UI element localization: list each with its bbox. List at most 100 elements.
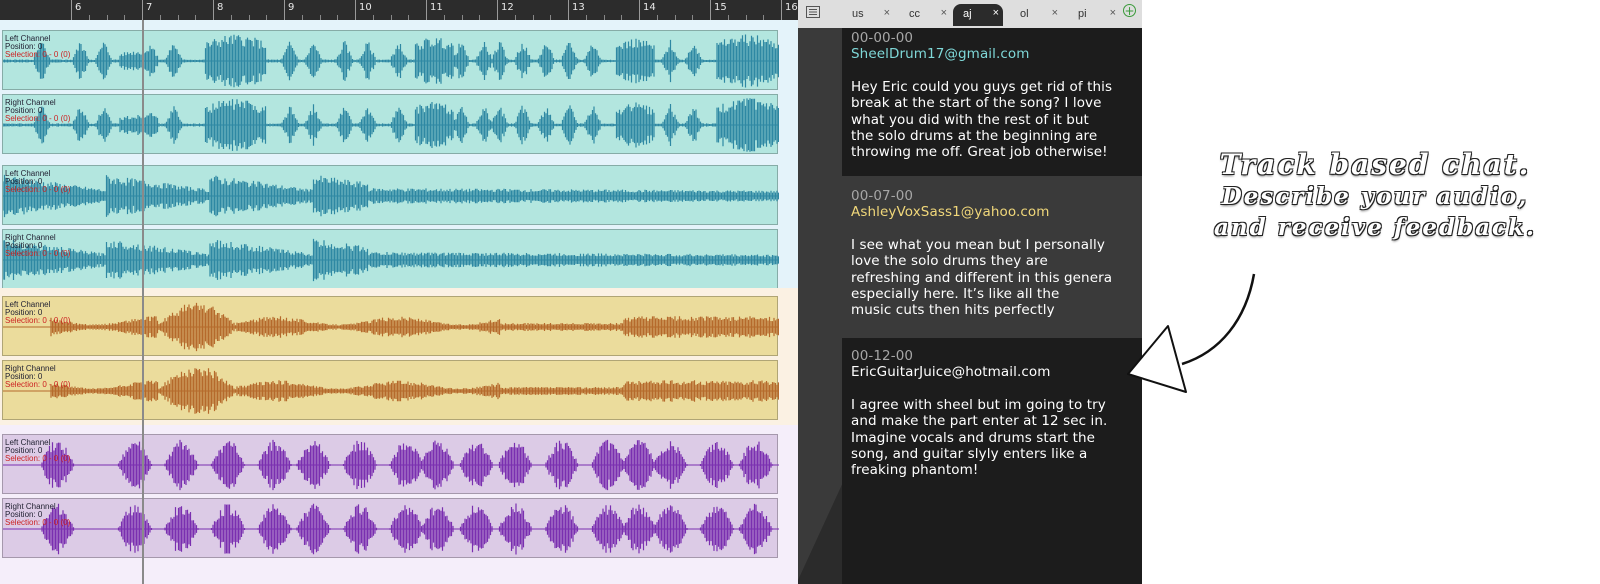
- close-icon[interactable]: ×: [1052, 7, 1058, 19]
- menu-icon[interactable]: [806, 6, 820, 18]
- message-timestamp[interactable]: 00-07-00: [851, 188, 1142, 204]
- channel-selection: Selection: 0 - 0 (0): [5, 454, 71, 463]
- ruler-tick-label: 14: [643, 2, 656, 13]
- tracks-area: Left Channel Position: 0 Selection: 0 - 0 …: [0, 20, 798, 584]
- message-sender: SheelDrum17@gmail.com: [851, 46, 1030, 63]
- channel-selection: Selection: 0 - 0 (0): [5, 185, 71, 194]
- waveform: [3, 238, 779, 282]
- channel-info: Right Channel Position: 0 Selection: 0 - 0…: [5, 365, 70, 389]
- callout-arrow: [1127, 273, 1256, 393]
- message-line: refreshing and different in this genera: [851, 269, 1113, 286]
- waveform: [3, 368, 779, 414]
- ruler-tick-label: 16: [785, 2, 798, 13]
- close-icon[interactable]: ×: [1110, 7, 1116, 19]
- channel-info: Left Channel Position: 0 Selection: 0 - 0 …: [5, 301, 70, 325]
- waveform: [3, 34, 779, 88]
- ruler-tick: 11: [426, 0, 443, 20]
- close-icon[interactable]: ×: [993, 7, 999, 19]
- ruler-tick-label: 6: [75, 2, 82, 13]
- message-line: love the solo drums they are: [851, 253, 1048, 270]
- audio-track-channel[interactable]: Left Channel Position: 0 Selection: 0 - 0 …: [2, 165, 779, 225]
- message-body: I agree with sheel but im going to try an…: [851, 397, 1142, 479]
- message-pointer: [798, 440, 844, 584]
- message-line: Hey Eric could you guys get rid of this: [851, 78, 1113, 95]
- message-timestamp[interactable]: 00-12-00: [851, 348, 1142, 364]
- waveform: [3, 503, 779, 555]
- waveform: [3, 302, 779, 352]
- message-line: break at the start of the song? I love: [851, 95, 1102, 112]
- chat-tab-label: aj: [963, 8, 972, 20]
- playhead[interactable]: [142, 20, 144, 584]
- message-line: and make the part enter at 12 sec in.: [851, 413, 1108, 430]
- chat-tab[interactable]: cc ×: [899, 4, 951, 26]
- timeline-ruler[interactable]: 6 7 8 9 10 11 12 13 14 15 16: [0, 0, 798, 21]
- ruler-tick: 8: [213, 0, 223, 20]
- ruler-tick: 10: [355, 0, 372, 20]
- message-line: what you did with the rest of it but: [851, 111, 1089, 128]
- waveform: [3, 98, 779, 152]
- chat-message: 00-12-00 EricGuitarJuice@hotmail.com I agr…: [842, 338, 1142, 584]
- ruler-tick-label: 7: [146, 2, 153, 13]
- ruler-tick-label: 10: [359, 2, 372, 13]
- chat-message: 00-07-00 AshleyVoxSass1@yahoo.com I see wh…: [842, 176, 1142, 338]
- ruler-tick: 9: [284, 0, 294, 20]
- message-line: Imagine vocals and drums start the: [851, 429, 1096, 446]
- caption-line-1: Track based chat.: [1219, 148, 1531, 181]
- ruler-tick: 16: [781, 0, 798, 20]
- chat-tab[interactable]: pi ×: [1068, 4, 1120, 26]
- ruler-tick: 15: [710, 0, 727, 20]
- message-line: especially here. It’s like all the: [851, 286, 1060, 303]
- caption-line-2: Describe your audio,: [1221, 183, 1529, 210]
- ruler-tick-label: 11: [430, 2, 443, 13]
- message-line: freaking phantom!: [851, 462, 979, 479]
- channel-selection: Selection: 0 - 0 (0): [5, 316, 71, 325]
- channel-info: Left Channel Position: 0 Selection: 0 - 0 …: [5, 35, 70, 59]
- message-line: I see what you mean but I personally: [851, 236, 1105, 253]
- ruler-tick: 14: [639, 0, 656, 20]
- waveform: [3, 174, 779, 218]
- chat-message: 00-00-00 SheelDrum17@gmail.com Hey Eric co…: [842, 28, 1142, 176]
- audio-track-channel[interactable]: Left Channel Position: 0 Selection: 0 - 0 …: [2, 30, 779, 90]
- channel-info: Left Channel Position: 0 Selection: 0 - 0 …: [5, 439, 70, 463]
- feature-caption: Track based chat. Describe your audio, a…: [1175, 148, 1575, 243]
- ruler-tick-label: 8: [217, 2, 224, 13]
- audio-track-channel[interactable]: Right Channel Position: 0 Selection: 0 - 0…: [2, 498, 779, 558]
- ruler-tick-label: 15: [714, 2, 727, 13]
- ruler-tick-label: 9: [288, 2, 295, 13]
- chat-tab[interactable]: aj ×: [953, 4, 1003, 26]
- chat-tab-bar: us × cc × aj × ol × pi × +: [798, 0, 1142, 28]
- chat-tab-label: cc: [909, 8, 920, 20]
- message-body: I see what you mean but I personally love…: [851, 237, 1142, 319]
- ruler-tick: 13: [568, 0, 585, 20]
- chat-tab-label: us: [852, 8, 864, 20]
- chat-tab[interactable]: ol ×: [1010, 4, 1062, 26]
- channel-info: Right Channel Position: 0 Selection: 0 - 0…: [5, 234, 70, 258]
- audio-track-channel[interactable]: Left Channel Position: 0 Selection: 0 - 0 …: [2, 296, 779, 356]
- message-line: song, and guitar slyly enters like a: [851, 446, 1088, 463]
- caption-line-3: and receive feedback.: [1213, 214, 1537, 241]
- audio-track-channel[interactable]: Right Channel Position: 0 Selection: 0 - 0…: [2, 94, 779, 154]
- ruler-tick-label: 13: [572, 2, 585, 13]
- channel-selection: Selection: 0 - 0 (0): [5, 114, 71, 123]
- channel-selection: Selection: 0 - 0 (0): [5, 380, 71, 389]
- channel-info: Left Channel Position: 0 Selection: 0 - 0 …: [5, 170, 70, 194]
- channel-info: Right Channel Position: 0 Selection: 0 - 0…: [5, 503, 70, 527]
- ruler-tick-label: 12: [501, 2, 514, 13]
- channel-selection: Selection: 0 - 0 (0): [5, 518, 71, 527]
- chat-tab[interactable]: us ×: [842, 4, 894, 26]
- message-line: throwing me off. Great job otherwise!: [851, 144, 1108, 161]
- audio-track-channel[interactable]: Right Channel Position: 0 Selection: 0 - 0…: [2, 229, 779, 289]
- close-icon[interactable]: ×: [884, 7, 890, 19]
- audio-track-channel[interactable]: Left Channel Position: 0 Selection: 0 - 0 …: [2, 434, 779, 494]
- ruler-tick: 6: [71, 0, 81, 20]
- message-body: Hey Eric could you guys get rid of this b…: [851, 79, 1142, 161]
- message-sender: EricGuitarJuice@hotmail.com: [851, 364, 1051, 381]
- add-tab-icon[interactable]: +: [1123, 4, 1136, 17]
- message-sender: AshleyVoxSass1@yahoo.com: [851, 204, 1050, 221]
- waveform: [3, 439, 779, 491]
- message-line: I agree with sheel but im going to try: [851, 396, 1106, 413]
- close-icon[interactable]: ×: [941, 7, 947, 19]
- audio-track-channel[interactable]: Right Channel Position: 0 Selection: 0 - 0…: [2, 360, 779, 420]
- channel-info: Right Channel Position: 0 Selection: 0 - 0…: [5, 99, 70, 123]
- message-timestamp[interactable]: 00-00-00: [851, 30, 1142, 46]
